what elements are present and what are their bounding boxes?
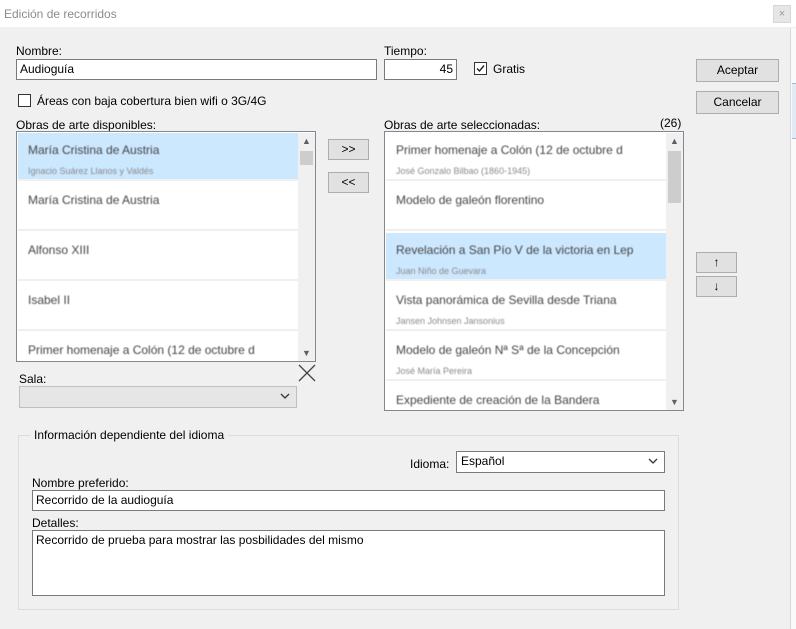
nombre-label: Nombre: xyxy=(16,44,63,58)
list-item[interactable]: María Cristina de Austria xyxy=(18,183,299,231)
list-item[interactable]: Primer homenaje a Colón (12 de octubre d… xyxy=(386,133,667,181)
accept-button[interactable]: Aceptar xyxy=(696,59,779,82)
scroll-thumb[interactable] xyxy=(668,151,681,203)
list-item[interactable]: Isabel II xyxy=(18,283,299,331)
item-title: Isabel II xyxy=(28,293,71,307)
checkmark-icon xyxy=(476,65,485,73)
selected-listbox[interactable]: Primer homenaje a Colón (12 de octubre d… xyxy=(384,131,684,411)
close-button[interactable]: × xyxy=(773,5,791,23)
item-title: Modelo de galeón Nª Sª de la Concepción xyxy=(396,343,620,357)
move-up-button[interactable]: ↑ xyxy=(696,252,737,273)
move-down-button[interactable]: ↓ xyxy=(696,276,737,297)
language-group-title: Información dependiente del idioma xyxy=(30,428,229,442)
item-title: Modelo de galeón florentino xyxy=(396,193,545,207)
nombre-input[interactable]: Audioguía xyxy=(16,59,377,80)
item-subtitle: José Gonzalo Bilbao (1860-1945) xyxy=(396,166,531,176)
chevron-down-icon xyxy=(648,458,658,464)
item-title: María Cristina de Austria xyxy=(28,143,160,157)
item-subtitle: Juan Niño de Guevara xyxy=(396,266,487,276)
background-window-edge xyxy=(790,28,796,629)
list-item[interactable]: Revelación a San Pío V de la victoria en… xyxy=(386,233,667,281)
cancel-button[interactable]: Cancelar xyxy=(696,91,779,114)
item-subtitle: Jansen Johnsen Jansonius xyxy=(396,316,505,326)
close-icon: × xyxy=(778,8,786,20)
scroll-up-icon[interactable]: ▲ xyxy=(298,133,315,150)
item-title: Expediente de creación de la Bandera xyxy=(396,393,600,407)
item-title: Revelación a San Pío V de la victoria en… xyxy=(396,243,634,257)
title-bar: Edición de recorridos × xyxy=(0,0,796,28)
gratis-checkbox[interactable] xyxy=(474,62,487,75)
idioma-dropdown[interactable]: Español xyxy=(456,451,665,473)
selected-scrollbar[interactable]: ▲ ▼ xyxy=(666,133,683,410)
list-item[interactable]: Vista panorámica de Sevilla desde Triana… xyxy=(386,283,667,331)
window-title: Edición de recorridos xyxy=(4,7,117,21)
item-subtitle: Ignacio Suárez Llanos y Valdés xyxy=(28,166,154,176)
available-label: Obras de arte disponibles: xyxy=(16,118,157,132)
list-item[interactable]: María Cristina de Austria Ignacio Suárez… xyxy=(18,133,299,181)
item-title: María Cristina de Austria xyxy=(28,193,160,207)
gratis-label: Gratis xyxy=(493,62,526,76)
list-item[interactable]: Primer homenaje a Colón (12 de octubre d xyxy=(18,333,299,361)
item-title: Vista panorámica de Sevilla desde Triana xyxy=(396,293,617,307)
chevron-down-icon xyxy=(280,393,290,399)
remove-button[interactable]: << xyxy=(328,172,369,193)
list-item[interactable]: Expediente de creación de la Bandera xyxy=(386,383,667,410)
nombre-preferido-label: Nombre preferido: xyxy=(32,476,129,490)
list-item[interactable]: Alfonso XIII xyxy=(18,233,299,281)
list-item[interactable]: Modelo de galeón Nª Sª de la Concepción … xyxy=(386,333,667,381)
available-listbox[interactable]: María Cristina de Austria Ignacio Suárez… xyxy=(16,131,316,362)
list-item[interactable]: Modelo de galeón florentino xyxy=(386,183,667,231)
available-scrollbar[interactable]: ▲ ▼ xyxy=(298,133,315,361)
detalles-label: Detalles: xyxy=(32,516,79,530)
item-title: Alfonso XIII xyxy=(28,243,90,257)
x-clear-icon[interactable] xyxy=(298,364,316,382)
scroll-down-icon[interactable]: ▼ xyxy=(666,394,683,410)
item-subtitle: José María Pereira xyxy=(396,366,473,376)
selected-count: (26) xyxy=(660,116,682,130)
item-title: Primer homenaje a Colón (12 de octubre d xyxy=(28,343,255,357)
idioma-label: Idioma: xyxy=(410,457,450,471)
sala-dropdown[interactable] xyxy=(19,386,297,408)
tiempo-label: Tiempo: xyxy=(384,44,427,58)
tiempo-input[interactable]: 45 xyxy=(384,59,457,80)
scroll-thumb[interactable] xyxy=(300,151,313,165)
selected-label: Obras de arte seleccionadas: xyxy=(384,118,541,132)
baja-cobertura-checkbox[interactable] xyxy=(18,94,31,107)
baja-cobertura-label: Áreas con baja cobertura bien wifi o 3G/… xyxy=(37,94,267,108)
scroll-up-icon[interactable]: ▲ xyxy=(666,133,683,150)
add-button[interactable]: >> xyxy=(328,139,369,160)
item-title: Primer homenaje a Colón (12 de octubre d xyxy=(396,143,623,157)
detalles-textarea[interactable]: Recorrido de prueba para mostrar las pos… xyxy=(32,530,665,596)
nombre-preferido-input[interactable]: Recorrido de la audioguía xyxy=(32,490,665,511)
sala-label: Sala: xyxy=(19,372,47,386)
scroll-down-icon[interactable]: ▼ xyxy=(298,345,315,361)
idioma-value: Español xyxy=(461,454,505,468)
